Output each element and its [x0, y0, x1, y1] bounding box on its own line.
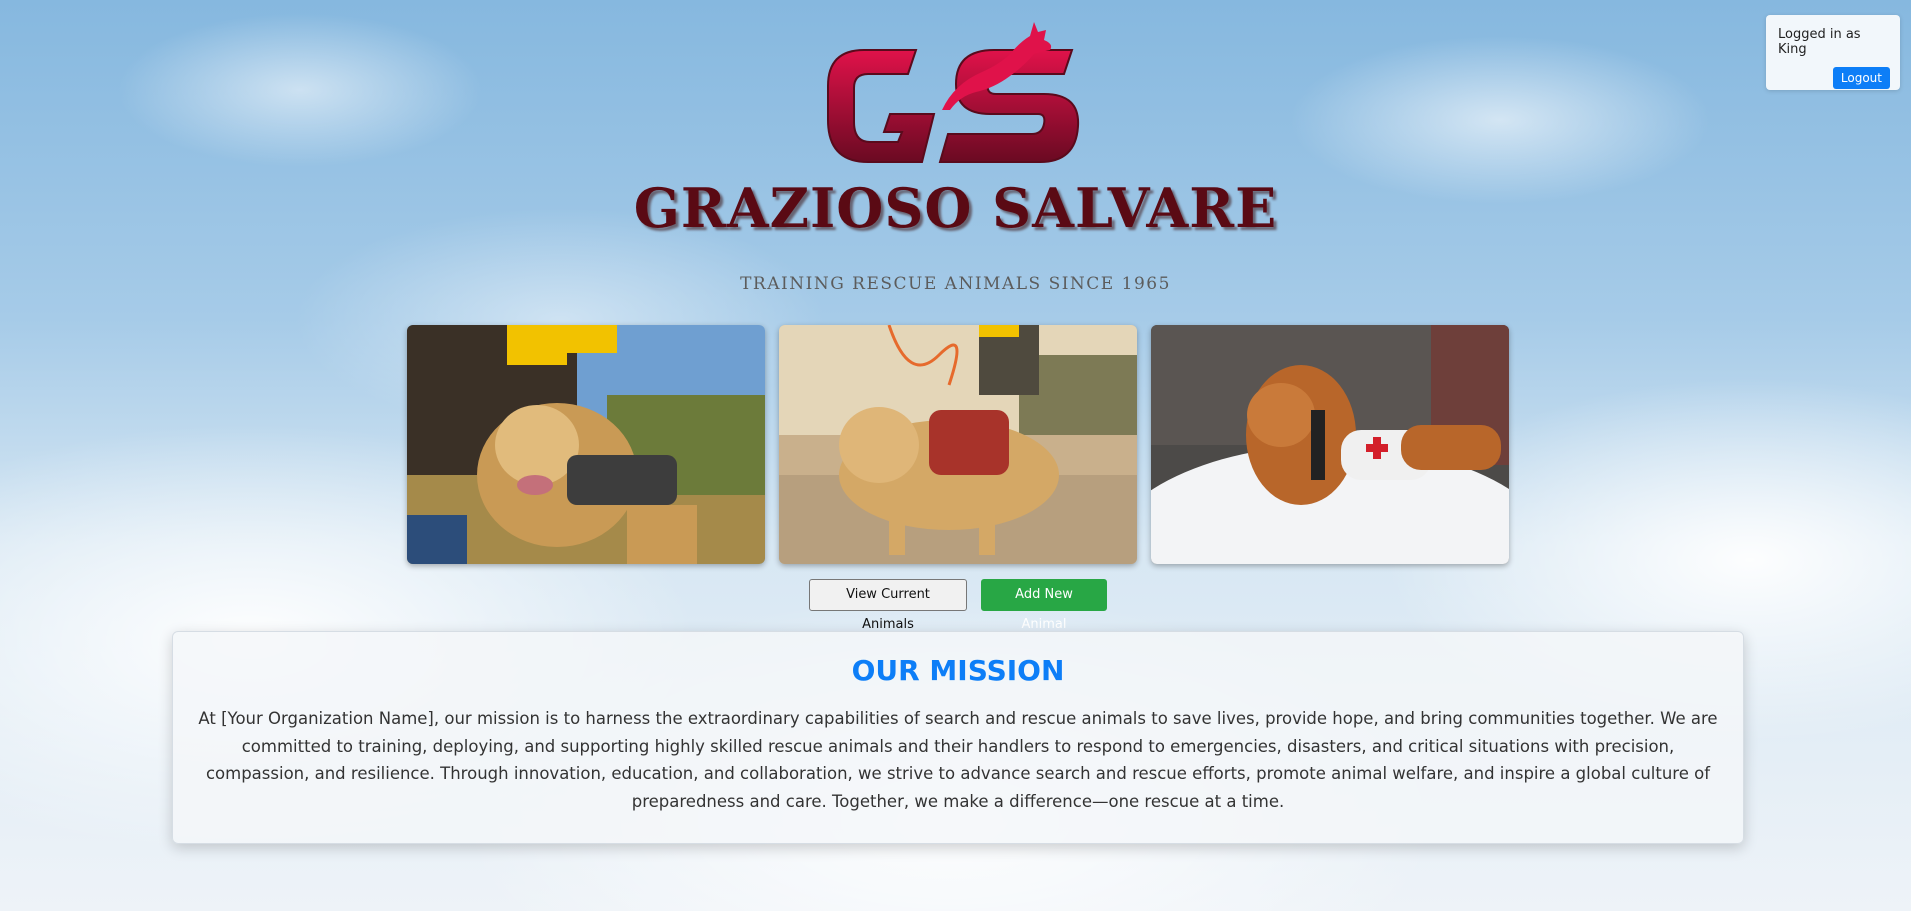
mission-title: OUR MISSION [851, 654, 1065, 687]
logout-button[interactable]: Logout [1832, 67, 1890, 89]
logged-in-label: Logged in as King [1778, 27, 1861, 57]
brand-name: GRAZIOSO SALVARE [633, 176, 1278, 240]
mission-panel: OUR MISSION At [Your Organization Name],… [172, 631, 1744, 844]
add-new-animal-button[interactable]: Add New Animal [981, 579, 1107, 632]
view-current-animals-button[interactable]: View Current Animals [809, 579, 967, 632]
rescue-dog-photo-2 [779, 325, 1137, 564]
rescue-dog-photo-1 [407, 325, 765, 564]
mission-text: At [Your Organization Name], our mission… [198, 709, 1718, 811]
grazioso-salvare-logo [827, 22, 1080, 163]
rescue-dog-photo-3 [1151, 325, 1509, 564]
tagline: TRAINING RESCUE ANIMALS SINCE 1965 [740, 274, 1171, 294]
login-status-box: Logged in as King Logout [1766, 15, 1900, 90]
